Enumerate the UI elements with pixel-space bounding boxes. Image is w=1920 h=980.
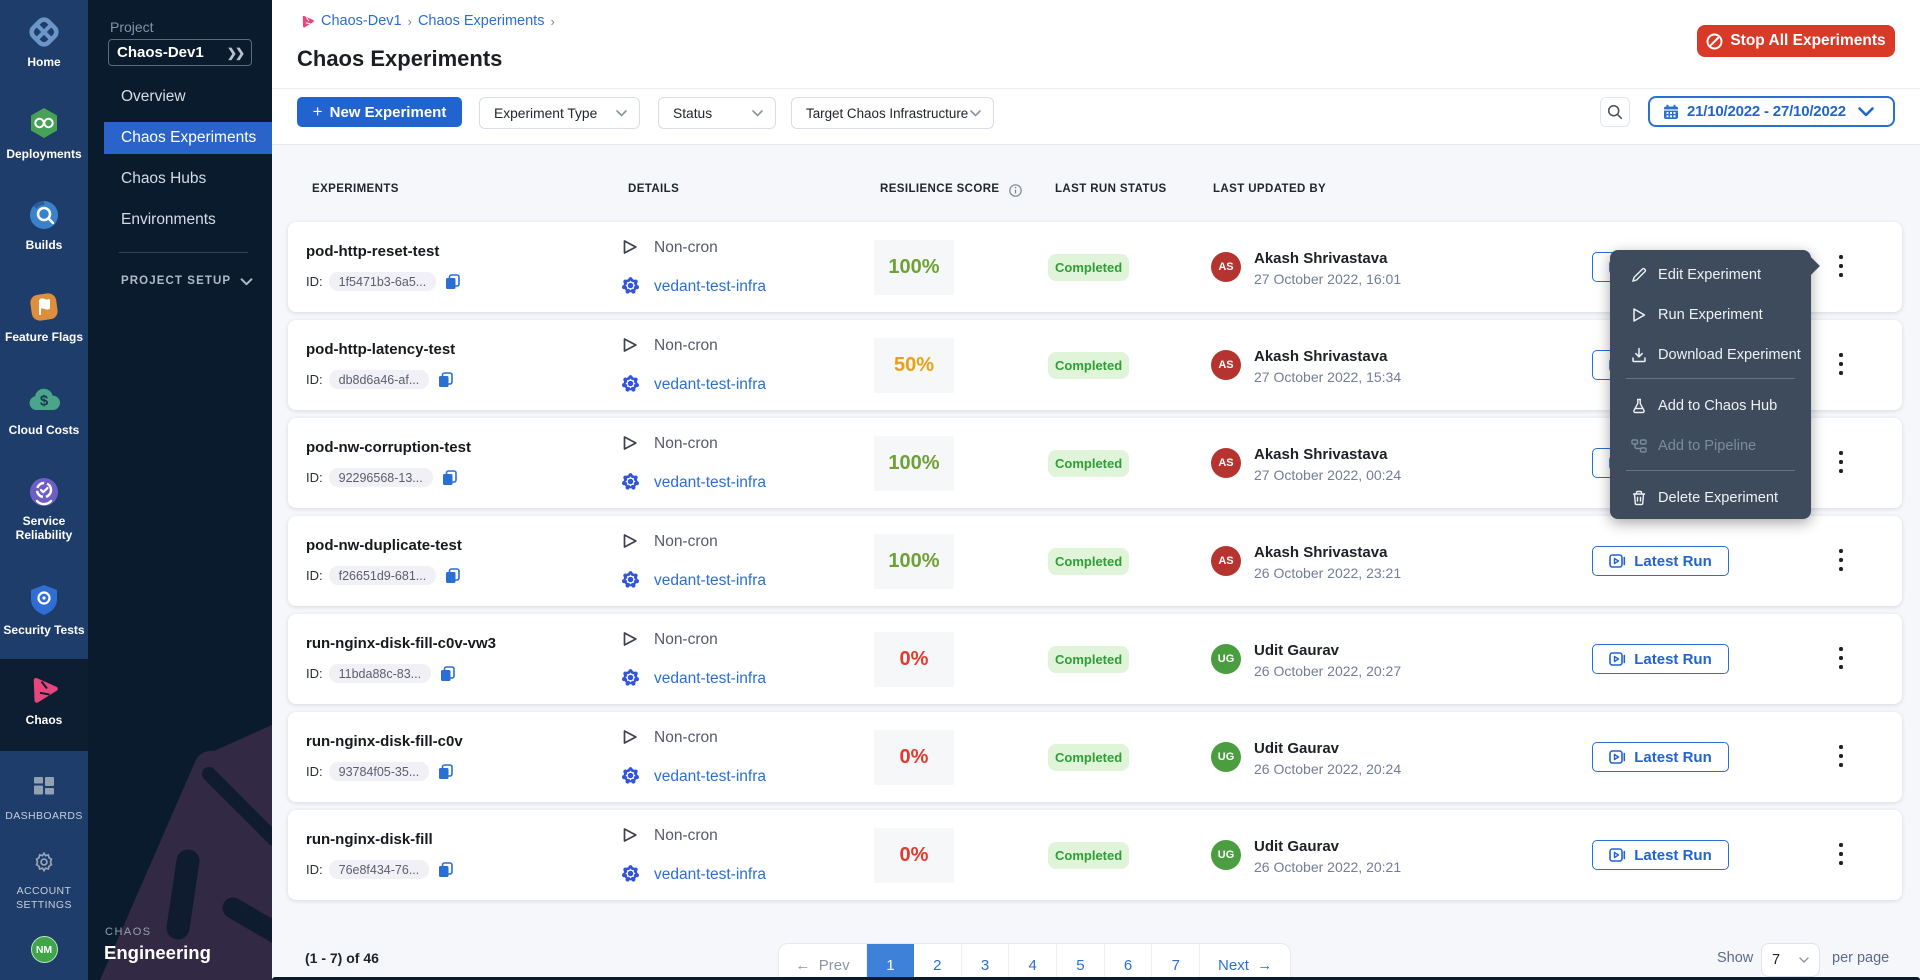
svg-text:$: $ <box>40 393 49 410</box>
